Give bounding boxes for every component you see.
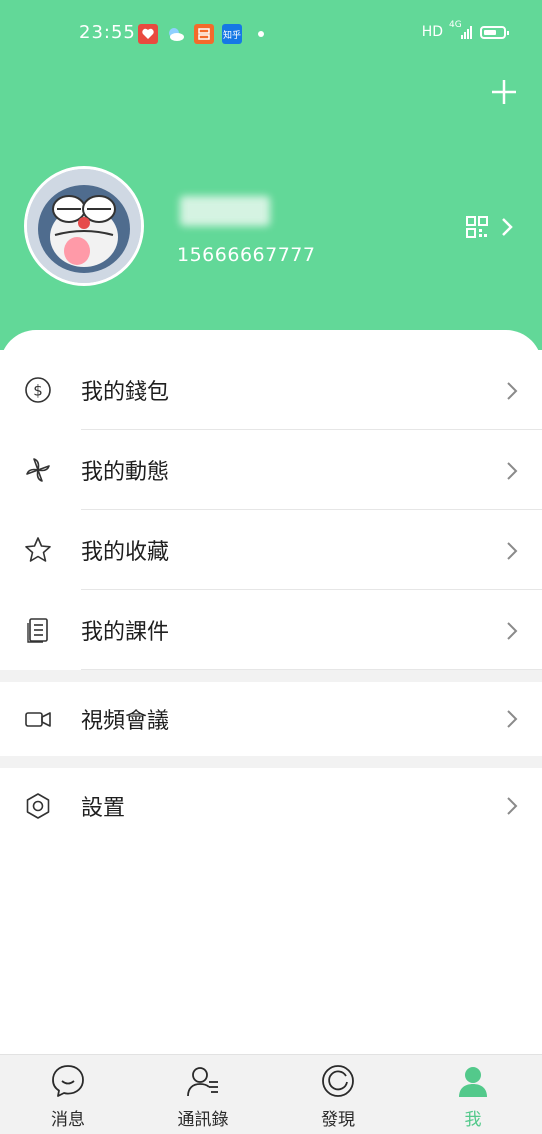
network-label: HD [421,24,443,40]
menu-item-moments[interactable]: 我的動態 [0,430,542,510]
chevron-right-icon [507,710,518,728]
battery-icon [480,25,509,39]
tab-label: 發現 [321,1110,355,1130]
red-app-icon [138,24,158,44]
menu-group-settings: 設置 [0,768,542,844]
tab-messages[interactable]: 消息 [18,1055,118,1134]
status-right: HD 4G [421,20,509,40]
star-icon [25,537,51,562]
video-camera-icon [25,712,51,727]
profile-qr-entry[interactable] [466,210,526,244]
status-bar: 23:55 知乎 HD 4G [0,0,542,68]
chevron-right-icon [507,542,518,560]
tab-discover[interactable]: 發現 [288,1055,388,1134]
contacts-icon [187,1067,218,1097]
menu-group-meeting: 視頻會議 [0,682,542,756]
menu-item-video-meeting[interactable]: 視頻會議 [0,682,542,756]
tab-label: 通訊錄 [177,1110,229,1130]
notification-dot [258,31,264,37]
phone-number: 15666667777 [177,244,316,266]
chevron-right-icon [507,382,518,400]
menu-group-main: $ 我的錢包 我的動態 我的收藏 我的課件 [0,350,542,670]
settings-hexagon-icon [26,793,50,819]
chat-bubble-icon [52,1065,84,1097]
orange-app-icon [194,24,214,44]
zhihu-icon: 知乎 [222,24,242,44]
menu-item-courseware[interactable]: 我的課件 [0,590,542,670]
pinwheel-icon [26,458,50,482]
chevron-right-icon [502,218,513,236]
discover-icon [322,1065,354,1097]
menu-item-label: 我的收藏 [81,540,170,565]
cartoon-avatar-image [27,169,141,283]
add-button[interactable] [486,74,522,110]
svg-text:$: $ [33,382,43,400]
plus-icon [492,80,516,104]
chevron-right-icon [507,622,518,640]
tab-label: 消息 [51,1110,85,1130]
signal-label: 4G [449,19,462,30]
section-divider [0,670,542,682]
menu-item-label: 設置 [81,796,126,821]
document-icon [27,618,48,643]
tab-contacts[interactable]: 通訊錄 [153,1055,253,1134]
menu-item-settings[interactable]: 設置 [0,768,542,844]
chevron-right-icon [507,797,518,815]
wallet-dollar-icon: $ [25,377,51,403]
profile-header: 23:55 知乎 HD 4G 15666667777 [0,0,542,380]
chevron-right-icon [507,462,518,480]
bottom-tab-bar: 消息 通訊錄 發現 我 [0,1054,542,1134]
tab-label: 我 [464,1110,482,1130]
profile-icon [459,1067,487,1097]
menu-item-label: 我的錢包 [81,380,170,405]
notification-icons: 知乎 [138,24,264,44]
username-blurred [180,196,270,226]
status-time: 23:55 [79,22,136,43]
section-divider [0,756,542,768]
menu-item-label: 我的課件 [81,620,170,645]
weather-icon [166,24,186,44]
signal-icon: 4G [449,20,472,39]
menu-item-label: 視頻會議 [81,709,170,734]
tab-me[interactable]: 我 [423,1055,523,1134]
menu-item-wallet[interactable]: $ 我的錢包 [0,350,542,430]
qr-code-icon [466,216,488,238]
menu-card: $ 我的錢包 我的動態 我的收藏 我的課件 視頻會議 設置 [0,330,542,1054]
menu-item-favorites[interactable]: 我的收藏 [0,510,542,590]
avatar[interactable] [24,166,144,286]
menu-item-label: 我的動態 [81,460,170,485]
